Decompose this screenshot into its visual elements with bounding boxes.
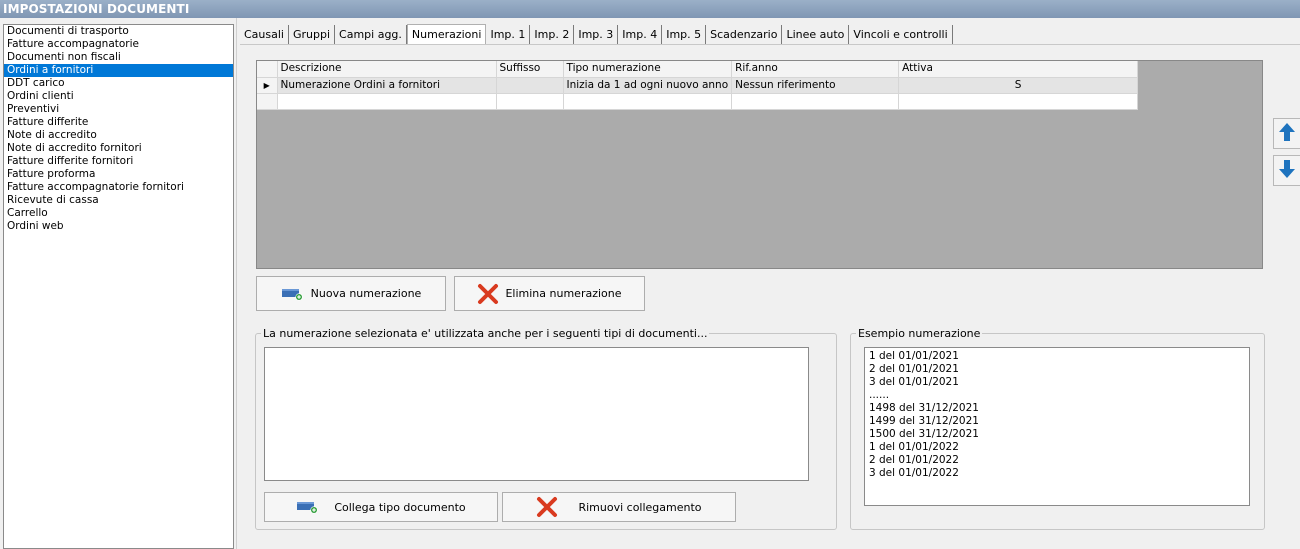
tab-vincoli-e-controlli[interactable]: Vincoli e controlli bbox=[849, 25, 953, 45]
example-line: 2 del 01/01/2022 bbox=[869, 454, 959, 466]
tab-divider bbox=[240, 44, 1300, 45]
tab-numerazioni[interactable]: Numerazioni bbox=[406, 24, 487, 45]
tab-linee-auto[interactable]: Linee auto bbox=[782, 25, 850, 45]
splitter[interactable] bbox=[236, 18, 237, 549]
col-header-attiva[interactable]: Attiva bbox=[898, 61, 1139, 78]
example-numbering-legend: Esempio numerazione bbox=[858, 327, 981, 340]
col-header-suffisso[interactable]: Suffisso bbox=[496, 61, 564, 78]
list-item[interactable]: Ordini a fornitori bbox=[4, 64, 233, 77]
add-card-icon bbox=[296, 500, 320, 514]
list-item[interactable]: Fatture differite fornitori bbox=[4, 155, 233, 168]
example-line: 3 del 01/01/2021 bbox=[869, 376, 959, 388]
list-item[interactable]: Fatture differite bbox=[4, 116, 233, 129]
cell-rif-anno[interactable]: Nessun riferimento bbox=[731, 77, 900, 94]
list-item[interactable]: Ordini web bbox=[4, 220, 233, 233]
move-up-button[interactable] bbox=[1273, 118, 1300, 149]
cell-descrizione[interactable] bbox=[277, 93, 497, 110]
col-header-tipo-numerazione[interactable]: Tipo numerazione bbox=[563, 61, 733, 78]
delete-numbering-button[interactable]: Elimina numerazione bbox=[454, 276, 645, 311]
cell-descrizione[interactable]: Numerazione Ordini a fornitori bbox=[277, 77, 497, 94]
col-header-rif-anno[interactable]: Rif.anno bbox=[731, 61, 900, 78]
list-item[interactable]: Carrello bbox=[4, 207, 233, 220]
table-row[interactable] bbox=[257, 93, 1139, 110]
remove-link-label: Rimuovi collegamento bbox=[578, 500, 702, 514]
list-item[interactable]: Ordini clienti bbox=[4, 90, 233, 103]
example-line: 1 del 01/01/2021 bbox=[869, 350, 959, 362]
cell-tipo-numerazione[interactable]: Inizia da 1 ad ogni nuovo anno bbox=[563, 77, 733, 94]
cell-tipo-numerazione[interactable] bbox=[563, 93, 733, 110]
numbering-grid[interactable]: Descrizione Suffisso Tipo numerazione Ri… bbox=[256, 60, 1263, 269]
cell-attiva[interactable] bbox=[898, 93, 1139, 110]
tab-gruppi[interactable]: Gruppi bbox=[289, 25, 336, 45]
new-numbering-button[interactable]: Nuova numerazione bbox=[256, 276, 446, 311]
example-line: 1499 del 31/12/2021 bbox=[869, 415, 979, 427]
list-item[interactable]: Fatture proforma bbox=[4, 168, 233, 181]
remove-link-button[interactable]: Rimuovi collegamento bbox=[502, 492, 736, 522]
add-card-icon bbox=[281, 287, 305, 301]
list-item[interactable]: Documenti di trasporto bbox=[4, 25, 233, 38]
example-line: 1 del 01/01/2022 bbox=[869, 441, 959, 453]
col-header-descrizione[interactable]: Descrizione bbox=[277, 61, 497, 78]
tab-imp-5[interactable]: Imp. 5 bbox=[662, 25, 707, 45]
example-line: ...... bbox=[869, 389, 890, 401]
cell-attiva[interactable]: S bbox=[898, 77, 1139, 94]
linked-doc-types-legend: La numerazione selezionata e' utilizzata… bbox=[263, 327, 708, 340]
window-title: IMPOSTAZIONI DOCUMENTI bbox=[0, 0, 1300, 18]
delete-x-icon bbox=[536, 496, 558, 518]
new-numbering-label: Nuova numerazione bbox=[310, 287, 422, 300]
tab-imp-3[interactable]: Imp. 3 bbox=[574, 25, 619, 45]
link-doc-type-button[interactable]: Collega tipo documento bbox=[264, 492, 498, 522]
cell-suffisso[interactable] bbox=[496, 77, 564, 94]
tab-imp-2[interactable]: Imp. 2 bbox=[530, 25, 575, 45]
cell-rif-anno[interactable] bbox=[731, 93, 900, 110]
tab-imp-1[interactable]: Imp. 1 bbox=[486, 25, 531, 45]
grid-corner bbox=[257, 61, 278, 78]
cell-suffisso[interactable] bbox=[496, 93, 564, 110]
list-item[interactable]: DDT carico bbox=[4, 77, 233, 90]
table-row[interactable]: ▶ Numerazione Ordini a fornitori Inizia … bbox=[257, 77, 1139, 94]
example-numbering-box[interactable]: 1 del 01/01/2021 2 del 01/01/2021 3 del 01… bbox=[864, 347, 1250, 506]
document-type-list[interactable]: Documenti di trasporto Fatture accompagna… bbox=[3, 24, 234, 549]
tab-imp-4[interactable]: Imp. 4 bbox=[618, 25, 663, 45]
row-indicator-icon: ▶ bbox=[257, 77, 278, 94]
link-doc-type-label: Collega tipo documento bbox=[334, 500, 466, 514]
move-down-button[interactable] bbox=[1273, 155, 1300, 186]
list-item[interactable]: Note di accredito fornitori bbox=[4, 142, 233, 155]
settings-tabs: Causali Gruppi Campi agg. Numerazioni Imp. 1… bbox=[240, 24, 953, 45]
example-line: 1498 del 31/12/2021 bbox=[869, 402, 979, 414]
example-line: 3 del 01/01/2022 bbox=[869, 467, 959, 479]
tab-campi-agg[interactable]: Campi agg. bbox=[335, 25, 407, 45]
example-line: 1500 del 31/12/2021 bbox=[869, 428, 979, 440]
list-item[interactable]: Ricevute di cassa bbox=[4, 194, 233, 207]
linked-doc-types-list[interactable] bbox=[264, 347, 809, 481]
example-line: 2 del 01/01/2021 bbox=[869, 363, 959, 375]
list-item[interactable]: Fatture accompagnatorie bbox=[4, 38, 233, 51]
row-indicator bbox=[257, 93, 278, 110]
arrow-up-icon bbox=[1278, 122, 1296, 145]
delete-x-icon bbox=[477, 283, 499, 305]
list-item[interactable]: Fatture accompagnatorie fornitori bbox=[4, 181, 233, 194]
tab-scadenzario[interactable]: Scadenzario bbox=[706, 25, 783, 45]
list-item[interactable]: Documenti non fiscali bbox=[4, 51, 233, 64]
delete-numbering-label: Elimina numerazione bbox=[505, 287, 622, 300]
arrow-down-icon bbox=[1278, 159, 1296, 182]
list-item[interactable]: Note di accredito bbox=[4, 129, 233, 142]
tab-causali[interactable]: Causali bbox=[240, 25, 289, 45]
list-item[interactable]: Preventivi bbox=[4, 103, 233, 116]
